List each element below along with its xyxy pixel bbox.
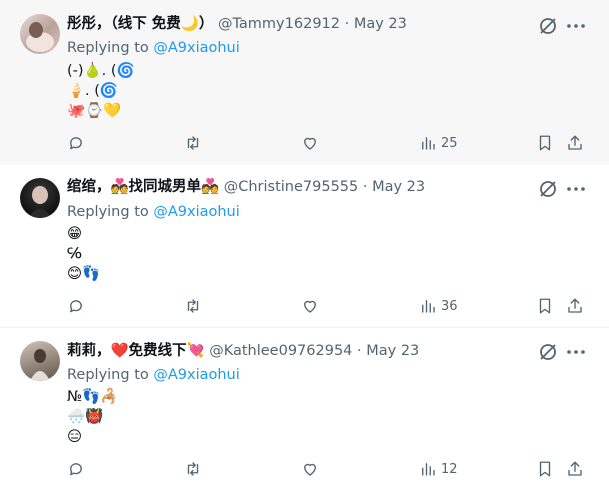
like-button[interactable] <box>301 294 319 318</box>
tweet-text-line: 😁 <box>67 226 83 242</box>
avatar[interactable] <box>20 178 60 218</box>
tweet-text-line: 😊👣 <box>67 266 101 282</box>
display-name[interactable]: 绾绾，💑找同城男单💑 <box>67 179 219 195</box>
tweet-header: 莉莉，❤️免费线下💘 @Kathlee09762954 · May 23 <box>67 341 539 361</box>
share-button[interactable] <box>566 131 584 155</box>
share-icon <box>568 461 582 476</box>
separator: · <box>344 16 350 32</box>
share-icon <box>568 135 582 150</box>
retweet-button[interactable] <box>184 131 202 155</box>
share-button[interactable] <box>566 457 584 481</box>
replying-to-link[interactable]: @A9xiaohui <box>153 367 239 383</box>
replying-to: Replying to @A9xiaohui <box>67 365 240 385</box>
bookmark-icon <box>539 135 551 151</box>
like-button[interactable] <box>301 457 319 481</box>
grok-icon[interactable] <box>536 177 560 201</box>
tweet-text-line: 😑 <box>67 429 83 445</box>
tweet-date[interactable]: May 23 <box>354 16 407 32</box>
separator: · <box>357 343 362 359</box>
like-button[interactable] <box>301 131 319 155</box>
views-count: 12 <box>441 461 458 477</box>
avatar[interactable] <box>20 341 60 381</box>
like-icon <box>304 137 316 150</box>
views-count: 25 <box>441 135 458 151</box>
replying-to-link[interactable]: @A9xiaohui <box>153 204 239 220</box>
separator: · <box>362 179 368 195</box>
divider <box>0 163 609 164</box>
tweet-date[interactable]: May 23 <box>366 343 419 359</box>
user-handle[interactable]: @Tammy162912 <box>218 16 340 32</box>
bookmark-icon <box>539 298 551 314</box>
tweet-text-line: 🐙⌚💛 <box>67 103 122 119</box>
grok-icon[interactable] <box>536 340 560 364</box>
replying-to-link[interactable]: @A9xiaohui <box>153 40 239 56</box>
retweet-icon <box>187 299 199 313</box>
reply-button[interactable] <box>67 457 85 481</box>
replying-to-label: Replying to <box>67 367 149 383</box>
grok-icon[interactable] <box>536 14 560 38</box>
bookmark-icon <box>539 461 551 477</box>
tweet-text-line: 🌨️👹 <box>67 409 104 425</box>
retweet-icon <box>187 136 199 150</box>
reply-button[interactable] <box>67 131 85 155</box>
views-button[interactable]: 36 <box>419 294 458 318</box>
tweet-text-line: ℅ <box>67 246 82 262</box>
like-icon <box>304 463 316 476</box>
share-button[interactable] <box>566 294 584 318</box>
views-button[interactable]: 12 <box>419 457 458 481</box>
avatar[interactable] <box>20 14 60 54</box>
tweet-text-line: №👣🦂 <box>67 389 119 405</box>
more-icon[interactable] <box>564 177 588 201</box>
user-handle[interactable]: @Kathlee09762954 <box>209 343 352 359</box>
views-icon <box>422 463 435 476</box>
replying-to-label: Replying to <box>67 40 149 56</box>
tweet-text: (-)🍐. (🌀 🍦. (🌀 🐙⌚💛 <box>67 61 135 121</box>
retweet-button[interactable] <box>184 294 202 318</box>
reply-icon <box>70 137 82 150</box>
action-bar: 36 <box>0 294 609 318</box>
reply-button[interactable] <box>67 294 85 318</box>
views-count: 36 <box>441 298 458 314</box>
reply-icon <box>70 463 82 476</box>
tweet-text-line: 🍦. (🌀 <box>67 83 118 99</box>
tweet-header: 彤彤，（线下 免费🌙） @Tammy162912 · May 23 <box>67 14 539 34</box>
action-bar: 12 <box>0 457 609 481</box>
user-handle[interactable]: @Christine795555 <box>224 179 359 195</box>
replying-to-label: Replying to <box>67 204 149 220</box>
like-icon <box>304 300 316 313</box>
tweet[interactable]: 绾绾，💑找同城男单💑 @Christine795555 · May 23 Rep… <box>0 165 609 327</box>
more-icon[interactable] <box>564 340 588 364</box>
views-icon <box>422 137 435 150</box>
views-button[interactable]: 25 <box>419 131 458 155</box>
tweet[interactable]: 莉莉，❤️免费线下💘 @Kathlee09762954 · May 23 Rep… <box>0 328 609 489</box>
tweet-text: №👣🦂 🌨️👹 😑 <box>67 387 118 447</box>
bookmark-button[interactable] <box>536 294 554 318</box>
tweet-text-line: (-)🍐. (🌀 <box>67 63 135 79</box>
retweet-button[interactable] <box>184 457 202 481</box>
tweet-date[interactable]: May 23 <box>372 179 425 195</box>
reply-icon <box>70 300 82 313</box>
more-icon[interactable] <box>564 14 588 38</box>
tweet[interactable]: 彤彤，（线下 免费🌙） @Tammy162912 · May 23 Replyi… <box>0 0 609 162</box>
display-name[interactable]: 莉莉，❤️免费线下💘 <box>67 343 205 359</box>
share-icon <box>568 298 582 313</box>
retweet-icon <box>187 462 199 476</box>
views-icon <box>422 300 435 313</box>
replying-to: Replying to @A9xiaohui <box>67 38 240 58</box>
tweet-header: 绾绾，💑找同城男单💑 @Christine795555 · May 23 <box>67 177 539 197</box>
bookmark-button[interactable] <box>536 131 554 155</box>
action-bar: 25 <box>0 131 609 155</box>
replying-to: Replying to @A9xiaohui <box>67 202 240 222</box>
display-name[interactable]: 彤彤，（线下 免费🌙） <box>67 16 213 32</box>
tweet-text: 😁 ℅ 😊👣 <box>67 224 100 284</box>
bookmark-button[interactable] <box>536 457 554 481</box>
